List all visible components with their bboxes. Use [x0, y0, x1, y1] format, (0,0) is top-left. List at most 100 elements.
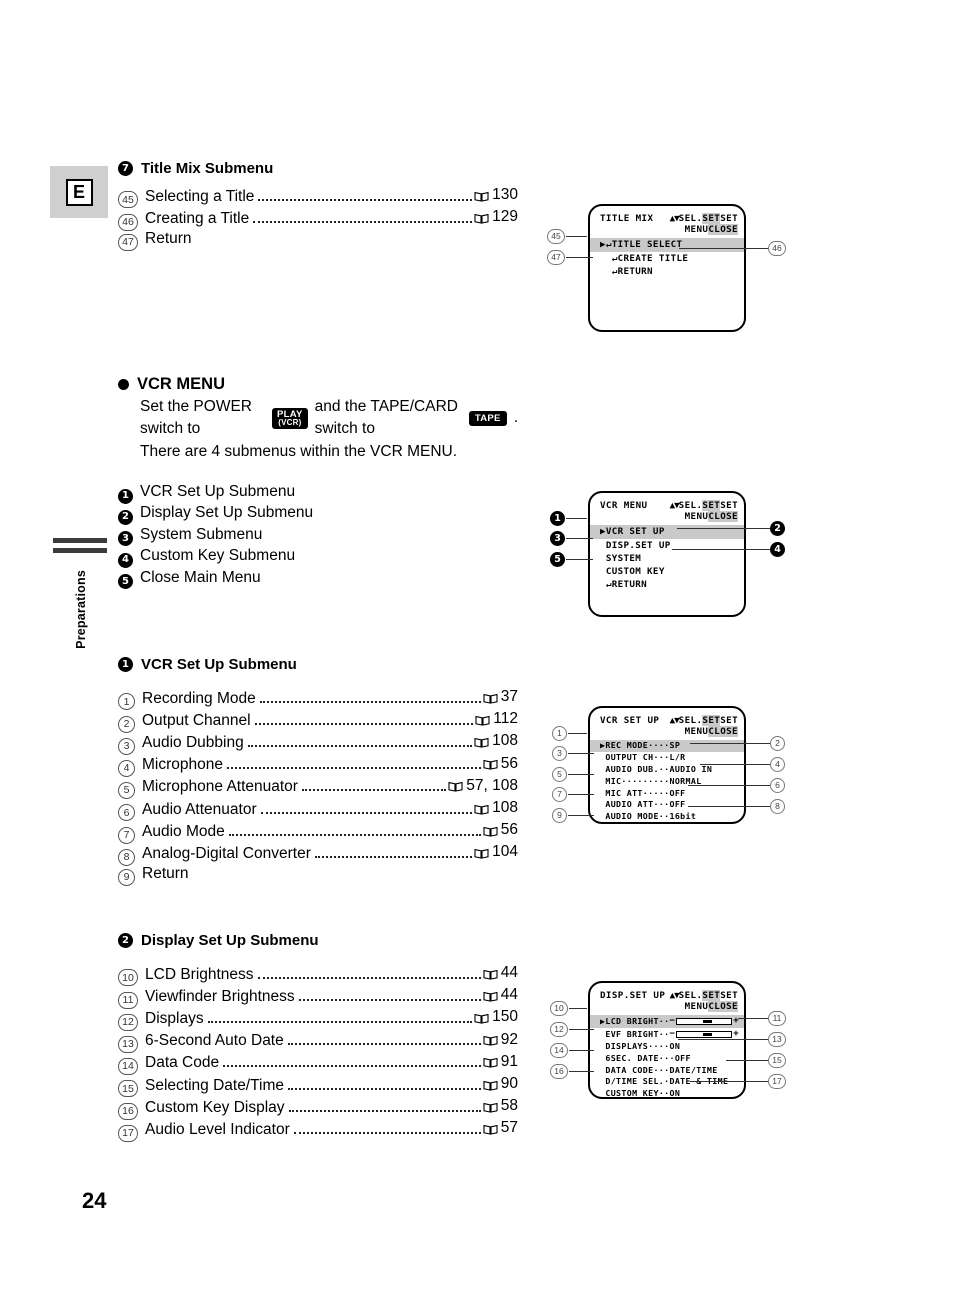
- page-ref: 129: [474, 207, 518, 227]
- lcd-menu-item[interactable]: DISPLAYS····ON: [590, 1041, 744, 1053]
- lcd-brightness-slider[interactable]: − +: [670, 1015, 740, 1028]
- lcd-title: VCR SET UP: [600, 715, 660, 726]
- item-label: Data Code: [145, 1054, 220, 1072]
- callout-15: 15: [768, 1053, 786, 1068]
- side-rule-bar-1: [53, 538, 107, 543]
- title-mix-heading: 7 Title Mix Submenu: [118, 160, 518, 177]
- book-icon: [483, 1102, 498, 1113]
- toc-row: 17 Audio Level Indicator 57: [118, 1118, 518, 1142]
- section-title-mix: 7 Title Mix Submenu 45 Selecting a Title…: [118, 160, 518, 252]
- lcd-menu-item-lcd-bright[interactable]: ▶LCD BRIGHT·· − +: [590, 1015, 744, 1029]
- lcd-menu-item[interactable]: D/TIME SEL.·DATE & TIME: [590, 1076, 744, 1088]
- dot-leader: [314, 855, 473, 858]
- dot-leader: [228, 833, 481, 836]
- hint-set-highlight: SET: [702, 500, 721, 511]
- book-icon: [483, 693, 498, 704]
- book-icon: [474, 848, 489, 859]
- updown-arrows-icon: ▲▼: [669, 500, 680, 511]
- list-item: 4 Custom Key Submenu: [118, 546, 518, 568]
- callout-2: 2: [770, 736, 785, 751]
- lcd-menu-item[interactable]: AUDIO DUB.··AUDIO IN: [590, 764, 744, 776]
- toc-row: 14 Data Code 91: [118, 1052, 518, 1076]
- callout-47: 47: [547, 250, 565, 265]
- lcd-menu-item[interactable]: CUSTOM KEY··ON: [590, 1088, 744, 1097]
- callout-14: 14: [550, 1043, 568, 1058]
- item-number: 5: [118, 574, 133, 590]
- lcd-menu-item[interactable]: OUTPUT CH···L/R: [590, 752, 744, 764]
- page-ref-number: 92: [500, 1030, 518, 1048]
- hint-menu: MENU: [684, 1001, 709, 1013]
- leader-line: [672, 549, 770, 551]
- page-ref-number: 150: [492, 1008, 518, 1026]
- leader-line: [568, 774, 594, 776]
- item-label: Selecting a Title: [145, 187, 255, 205]
- toc-row: 11 Viewfinder Brightness 44: [118, 985, 518, 1009]
- item-label: Display Set Up Submenu: [140, 504, 314, 522]
- language-tab: E: [50, 166, 108, 218]
- lcd-menu-item[interactable]: AV➜DV OUT···OFF: [590, 823, 744, 824]
- lcd-rows: ▶REC MODE····SP OUTPUT CH···L/R AUDIO DU…: [590, 740, 744, 824]
- item-number: 1: [118, 488, 133, 504]
- leader-line: [690, 1081, 768, 1083]
- lcd-menu-item[interactable]: DATA CODE···DATE/TIME: [590, 1065, 744, 1077]
- callout-5: 5: [552, 767, 567, 782]
- item-label: Audio Dubbing: [142, 734, 244, 752]
- hint-menu: MENU: [684, 511, 709, 523]
- book-icon: [483, 1036, 498, 1046]
- item-number: 47: [118, 234, 138, 252]
- lcd-menu-item[interactable]: SYSTEM: [590, 552, 744, 565]
- item-label: Displays: [145, 1010, 204, 1028]
- leader-line: [569, 1008, 587, 1010]
- lcd-menu-item[interactable]: AUDIO MODE··16bit: [590, 811, 744, 822]
- lcd-menu-item[interactable]: ▶↵TITLE SELECT: [590, 238, 744, 252]
- page-ref-number: 108: [492, 798, 518, 816]
- page-ref: 57: [483, 1118, 518, 1138]
- page-ref-number: 129: [492, 208, 518, 226]
- section-vcr-setup: 1 VCR Set Up Submenu 1 Recording Mode 37…: [118, 656, 518, 887]
- lcd-menu-item[interactable]: 6SEC. DATE···OFF: [590, 1053, 744, 1065]
- item-label: System Submenu: [140, 525, 263, 543]
- page-ref: 44: [483, 985, 518, 1005]
- hint-set-highlight: SET: [702, 213, 721, 224]
- toc-row: 4 Microphone 56: [118, 754, 518, 777]
- vcr-menu-heading: VCR MENU: [118, 375, 518, 394]
- hint-set: SET: [720, 213, 738, 224]
- dot-leader: [254, 722, 474, 725]
- toc-row: 12 Displays 150: [118, 1007, 518, 1031]
- book-icon: [448, 782, 463, 793]
- item-label: Microphone: [142, 756, 223, 774]
- page-ref-number: 108: [492, 732, 518, 750]
- lcd-menu-item[interactable]: ↵RETURN: [590, 578, 744, 591]
- hint-close-highlight: CLOSE: [708, 511, 738, 523]
- lcd-menu-item[interactable]: MIC ATT·····OFF: [590, 788, 744, 800]
- page-ref: 112: [475, 709, 518, 729]
- toc-row: 6 Audio Attenuator 108: [118, 798, 518, 822]
- lcd-menu-item[interactable]: ↵RETURN: [590, 265, 744, 278]
- dot-leader: [258, 198, 473, 201]
- lcd-menu-item[interactable]: CUSTOM KEY: [590, 565, 744, 578]
- page-ref: 104: [474, 842, 518, 862]
- lcd-menu-item[interactable]: ↵CREATE TITLE: [590, 252, 744, 265]
- updown-arrows-icon: ▲▼: [669, 213, 680, 224]
- play-keycap-line2: (VCR): [278, 418, 302, 428]
- page-ref-number: 58: [500, 1097, 518, 1115]
- leader-line: [688, 806, 770, 808]
- tape-keycap-label: TAPE: [474, 412, 501, 424]
- book-icon: [474, 191, 489, 202]
- item-number: 14: [118, 1058, 138, 1076]
- callout-5: 5: [550, 552, 565, 567]
- leader-line: [566, 538, 593, 540]
- page-ref: 108: [474, 798, 518, 818]
- item-number: 13: [118, 1035, 138, 1053]
- item-label: Close Main Menu: [140, 568, 261, 586]
- item-label: Recording Mode: [142, 689, 256, 707]
- list-item: 3 System Submenu: [118, 525, 518, 547]
- lcd-title: DISP.SET UP: [600, 990, 666, 1001]
- page-ref-number: 90: [500, 1074, 518, 1092]
- updown-arrows-icon: ▲▼: [669, 990, 680, 1001]
- item-label: Return: [142, 865, 189, 883]
- toc-row: 47 Return: [118, 229, 518, 252]
- callout-46: 46: [768, 241, 786, 256]
- item-label: LCD Brightness: [145, 965, 254, 983]
- item-number: 12: [118, 1013, 138, 1031]
